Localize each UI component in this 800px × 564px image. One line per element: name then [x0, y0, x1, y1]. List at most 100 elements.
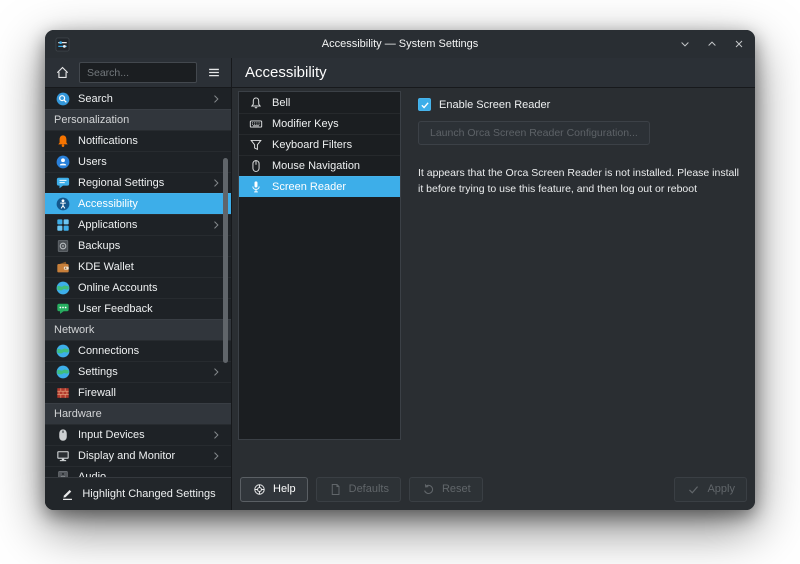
sidebar-item-user-feedback[interactable]: User Feedback	[45, 298, 231, 319]
content-area: Bell Modifier Keys Keyboard Filters Mous…	[232, 88, 755, 510]
accessibility-icon	[55, 197, 70, 212]
section-label: Network	[54, 324, 94, 336]
filter-funnel-icon	[248, 138, 263, 153]
enable-screen-reader-label: Enable Screen Reader	[439, 99, 550, 111]
module-item-screen-reader[interactable]: Screen Reader	[239, 176, 400, 197]
sidebar-item-label: Applications	[78, 219, 137, 231]
module-item-label: Keyboard Filters	[272, 139, 352, 151]
sidebar-header	[45, 58, 232, 87]
sidebar-item-online-accounts[interactable]: Online Accounts	[45, 277, 231, 298]
sidebar-item-label: Notifications	[78, 135, 138, 147]
bottom-toolbar: Help Defaults Reset Apply	[232, 474, 755, 510]
sidebar-item-backups[interactable]: Backups	[45, 235, 231, 256]
orca-not-installed-message: It appears that the Orca Screen Reader i…	[418, 166, 743, 198]
help-button[interactable]: Help	[240, 477, 308, 502]
system-settings-window: Accessibility — System Settings Accessib…	[45, 30, 755, 510]
maximize-button[interactable]	[706, 38, 718, 50]
sidebar-item-users[interactable]: Users	[45, 151, 231, 172]
module-item-label: Mouse Navigation	[272, 160, 360, 172]
sidebar-item-label: Users	[78, 156, 107, 168]
titlebar: Accessibility — System Settings	[45, 30, 755, 58]
chevron-right-icon	[210, 219, 222, 231]
home-button[interactable]	[51, 62, 73, 84]
sidebar-item-label: Backups	[78, 240, 120, 252]
mouse-outline-icon	[248, 159, 263, 174]
backups-icon	[55, 239, 70, 254]
sidebar: Search Personalization Notifications Use…	[45, 88, 232, 510]
highlight-changed-settings-button[interactable]: Highlight Changed Settings	[45, 477, 231, 510]
chevron-right-icon	[210, 429, 222, 441]
feedback-bubble-icon	[55, 302, 70, 317]
module-item-bell[interactable]: Bell	[239, 92, 400, 113]
enable-screen-reader-checkbox[interactable]	[418, 98, 431, 111]
sidebar-item-label: Regional Settings	[78, 177, 164, 189]
globe-icon	[55, 281, 70, 296]
search-input[interactable]	[79, 62, 197, 83]
undo-arrow-icon	[421, 482, 436, 497]
hamburger-menu-button[interactable]	[203, 62, 225, 84]
help-button-label: Help	[273, 483, 296, 495]
globe-icon	[55, 344, 70, 359]
minimize-button[interactable]	[679, 38, 691, 50]
apply-button-label: Apply	[707, 483, 735, 495]
applications-icon	[55, 218, 70, 233]
sidebar-item-label: Firewall	[78, 387, 116, 399]
sidebar-section-network: Network	[45, 319, 231, 340]
sidebar-item-display-and-monitor[interactable]: Display and Monitor	[45, 445, 231, 466]
reset-button[interactable]: Reset	[409, 477, 483, 502]
sidebar-item-label: Display and Monitor	[78, 450, 175, 462]
sidebar-item-label: Connections	[78, 345, 139, 357]
sidebar-item-connections[interactable]: Connections	[45, 340, 231, 361]
sidebar-item-firewall[interactable]: Firewall	[45, 382, 231, 403]
speaker-icon	[55, 470, 70, 478]
module-item-label: Modifier Keys	[272, 118, 339, 130]
sidebar-item-input-devices[interactable]: Input Devices	[45, 424, 231, 445]
sidebar-item-notifications[interactable]: Notifications	[45, 130, 231, 151]
screen-reader-detail-pane: Enable Screen Reader Launch Orca Screen …	[418, 98, 743, 198]
bell-outline-icon	[248, 95, 263, 110]
sidebar-item-applications[interactable]: Applications	[45, 214, 231, 235]
accessibility-module-list: Bell Modifier Keys Keyboard Filters Mous…	[238, 91, 401, 440]
document-icon	[328, 482, 343, 497]
launch-orca-configuration-button[interactable]: Launch Orca Screen Reader Configuration.…	[418, 121, 650, 145]
module-item-mouse-navigation[interactable]: Mouse Navigation	[239, 155, 400, 176]
wallet-icon	[55, 260, 70, 275]
module-item-keyboard-filters[interactable]: Keyboard Filters	[239, 134, 400, 155]
checkmark-icon	[686, 482, 701, 497]
help-lifebuoy-icon	[252, 482, 267, 497]
section-label: Personalization	[54, 114, 129, 126]
sidebar-item-network-settings[interactable]: Settings	[45, 361, 231, 382]
module-item-modifier-keys[interactable]: Modifier Keys	[239, 113, 400, 134]
regional-settings-icon	[55, 176, 70, 191]
globe-icon	[55, 365, 70, 380]
pencil-icon	[60, 487, 75, 502]
defaults-button[interactable]: Defaults	[316, 477, 401, 502]
page-title: Accessibility	[232, 58, 755, 87]
apply-button[interactable]: Apply	[674, 477, 747, 502]
sidebar-item-kde-wallet[interactable]: KDE Wallet	[45, 256, 231, 277]
launch-button-label: Launch Orca Screen Reader Configuration.…	[430, 127, 638, 139]
sidebar-item-label: Accessibility	[78, 198, 138, 210]
users-icon	[55, 155, 70, 170]
search-icon	[55, 91, 70, 106]
sidebar-item-audio[interactable]: Audio	[45, 466, 231, 477]
keyboard-icon	[248, 117, 263, 132]
sidebar-category-list: Search Personalization Notifications Use…	[45, 88, 231, 477]
sidebar-item-label: Online Accounts	[78, 282, 158, 294]
close-button[interactable]	[733, 38, 745, 50]
system-settings-app-icon	[55, 37, 70, 52]
sidebar-item-label: User Feedback	[78, 303, 153, 315]
sidebar-item-label: Settings	[78, 366, 118, 378]
sidebar-item-label: KDE Wallet	[78, 261, 134, 273]
sidebar-item-regional-settings[interactable]: Regional Settings	[45, 172, 231, 193]
sidebar-section-personalization: Personalization	[45, 109, 231, 130]
notifications-bell-icon	[55, 134, 70, 149]
sidebar-item-search[interactable]: Search	[45, 88, 231, 109]
module-item-label: Screen Reader	[272, 181, 346, 193]
sidebar-section-hardware: Hardware	[45, 403, 231, 424]
sidebar-item-accessibility[interactable]: Accessibility	[45, 193, 231, 214]
sidebar-scrollbar[interactable]	[223, 158, 228, 363]
sidebar-item-label: Audio	[78, 471, 106, 477]
chevron-right-icon	[210, 450, 222, 462]
chevron-right-icon	[210, 93, 222, 105]
